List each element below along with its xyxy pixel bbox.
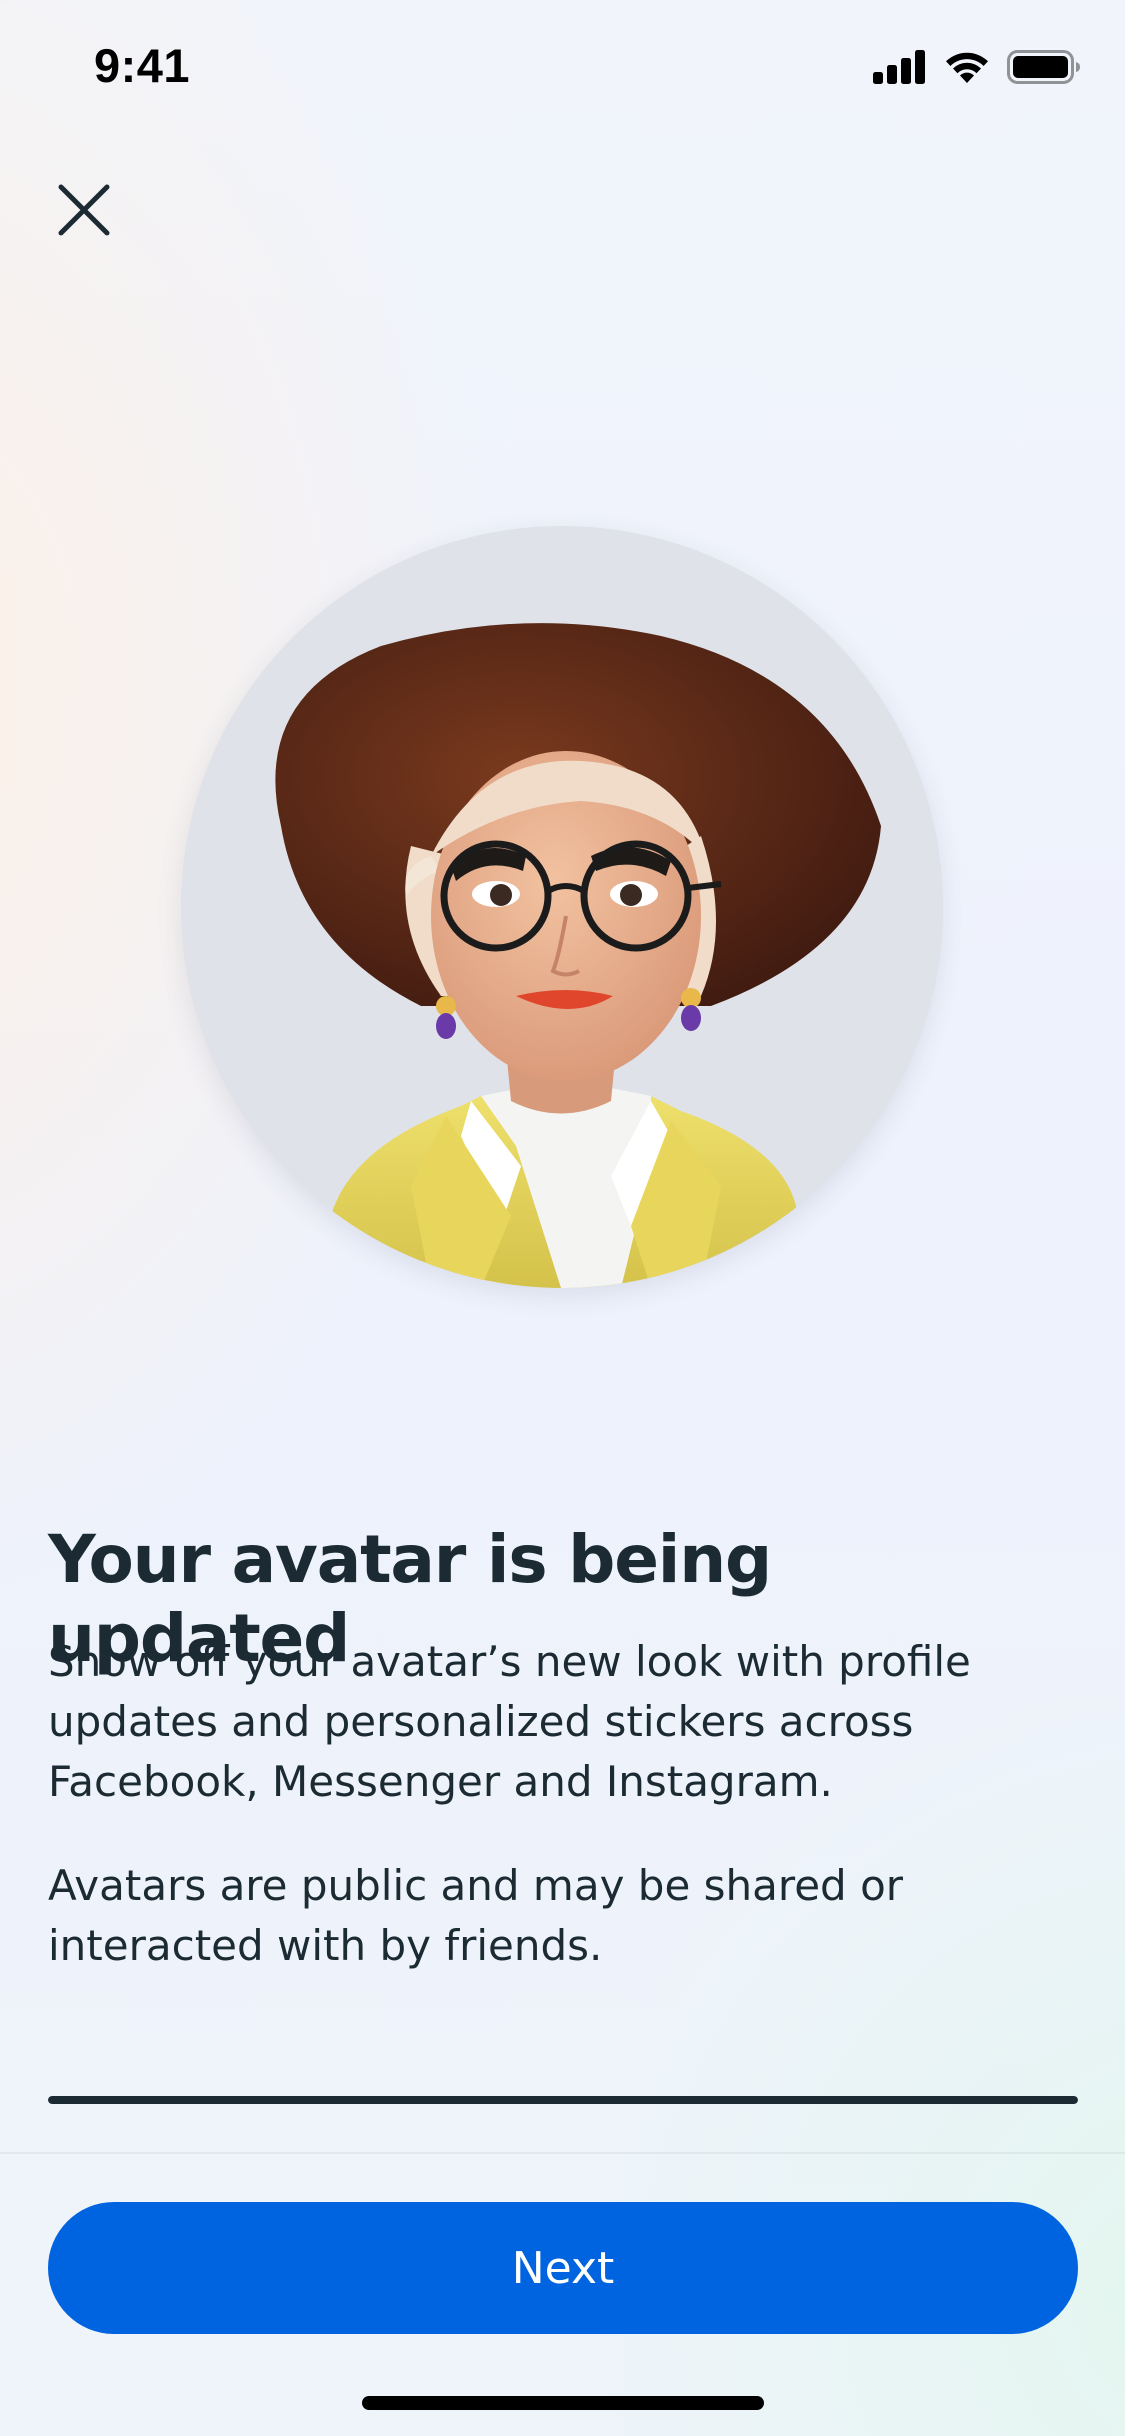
battery-icon xyxy=(1007,50,1080,84)
status-bar: 9:41 xyxy=(0,0,1125,140)
divider xyxy=(0,2152,1125,2154)
close-icon xyxy=(58,184,110,236)
status-icons xyxy=(873,50,1081,84)
privacy-note: Avatars are public and may be shared or … xyxy=(48,1861,904,1970)
progress-fill xyxy=(48,2096,1078,2104)
wifi-icon xyxy=(946,52,988,83)
status-time: 9:41 xyxy=(94,39,191,92)
avatar-illustration xyxy=(275,623,881,1288)
description-paragraph: Show off your avatar’s new look with pro… xyxy=(48,1637,971,1806)
cellular-signal-icon xyxy=(873,50,925,84)
avatar-image xyxy=(181,526,943,1288)
next-button[interactable]: Next xyxy=(48,2202,1078,2334)
progress-bar xyxy=(48,2096,1078,2104)
close-button[interactable] xyxy=(52,178,116,242)
home-indicator xyxy=(362,2396,764,2410)
